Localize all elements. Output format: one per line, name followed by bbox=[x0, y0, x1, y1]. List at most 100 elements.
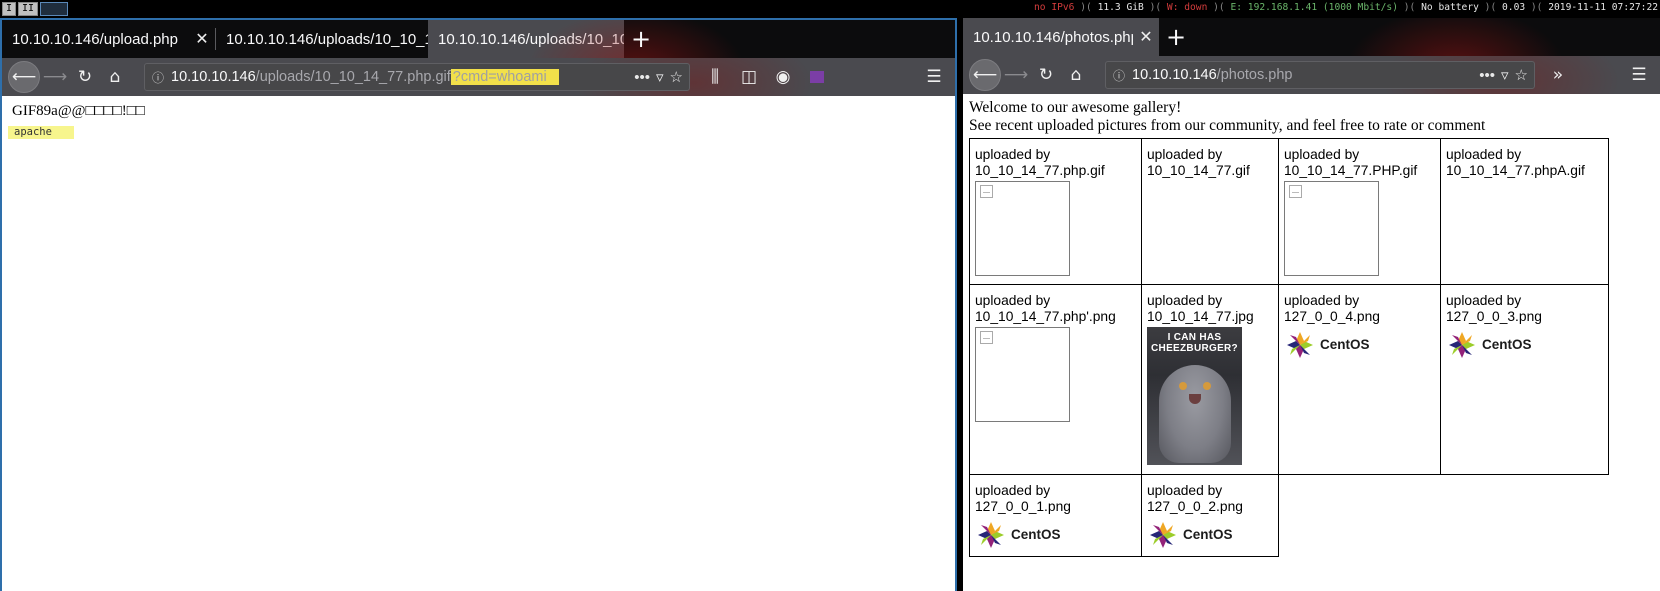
uploaded-by-label: uploaded by bbox=[975, 483, 1051, 498]
uploaded-by-label: uploaded by bbox=[975, 147, 1051, 162]
workspace-button-2[interactable]: II bbox=[18, 1, 39, 16]
url-host: 10.10.10.146 bbox=[1132, 67, 1217, 83]
overflow-chevron-icon[interactable]: » bbox=[1543, 60, 1573, 90]
gallery-cell: uploaded by 127_0_0_3.png CentOS bbox=[1440, 284, 1609, 475]
uploaded-by-label: uploaded by bbox=[1284, 147, 1360, 162]
tab-strip: 10.10.10.146/photos.php ✕ + bbox=[963, 18, 1660, 56]
firefox-window-left: 10.10.10.146/upload.php ✕ 10.10.10.146/u… bbox=[0, 18, 957, 591]
account-icon[interactable]: ◉ bbox=[768, 62, 798, 92]
uploaded-by-label: uploaded by bbox=[1147, 147, 1223, 162]
back-arrow-icon[interactable]: ⟵ bbox=[8, 61, 40, 93]
centos-logo: CentOS bbox=[1286, 331, 1435, 359]
new-tab-button[interactable]: + bbox=[624, 20, 658, 58]
command-output: apache bbox=[8, 126, 74, 139]
back-arrow-icon[interactable]: ⟵ bbox=[969, 59, 1001, 91]
tab-upload[interactable]: 10.10.10.146/upload.php ✕ bbox=[2, 20, 215, 58]
url-path: /uploads/10_10_14_77.php.gif bbox=[255, 69, 451, 85]
status-datetime: 2019-11-11 07:27:22 bbox=[1548, 2, 1658, 13]
centos-wordmark: CentOS bbox=[1482, 337, 1532, 352]
close-icon[interactable]: ✕ bbox=[189, 29, 215, 49]
url-path: /photos.php bbox=[1216, 67, 1293, 83]
cat-caption: I CAN HAS CHEEZBURGER? bbox=[1151, 332, 1238, 354]
file-name: 10_10_14_77.php.gif bbox=[975, 163, 1105, 178]
status-ipv6: no IPv6 bbox=[1034, 2, 1075, 13]
workspace-button-3[interactable] bbox=[40, 1, 69, 16]
centos-wordmark: CentOS bbox=[1320, 337, 1370, 352]
tab-title: 10.10.10.146/uploads/10_10_14_77.php.gif… bbox=[438, 30, 624, 48]
gallery-cell: uploaded by 10_10_14_77.php.gif bbox=[969, 138, 1142, 285]
tab-strip: 10.10.10.146/upload.php ✕ 10.10.10.146/u… bbox=[2, 20, 955, 58]
table-row: uploaded by 10_10_14_77.php.gif uploaded… bbox=[969, 138, 1609, 285]
close-icon[interactable]: ✕ bbox=[1133, 27, 1159, 47]
centos-logo-icon bbox=[1287, 332, 1313, 358]
status-ethernet: E: 192.168.1.41 (1000 Mbit/s) bbox=[1230, 2, 1398, 13]
gallery-cell: uploaded by 127_0_0_4.png CentOS bbox=[1278, 284, 1441, 475]
library-icon[interactable]: ⫼ bbox=[700, 62, 730, 92]
bookmark-star-icon[interactable]: ☆ bbox=[670, 68, 683, 86]
broken-image-icon bbox=[1289, 185, 1302, 198]
centos-logo-icon bbox=[978, 522, 1004, 548]
page-content: Welcome to our awesome gallery! See rece… bbox=[963, 94, 1660, 591]
home-icon[interactable]: ⌂ bbox=[100, 62, 130, 92]
hamburger-menu-icon[interactable]: ☰ bbox=[919, 62, 949, 92]
gallery-cell: uploaded by 10_10_14_77.phpA.gif bbox=[1440, 138, 1609, 285]
cat-meme-image: I CAN HAS CHEEZBURGER? bbox=[1147, 327, 1242, 465]
extension-icon[interactable] bbox=[802, 62, 832, 92]
home-icon[interactable]: ⌂ bbox=[1061, 60, 1091, 90]
reload-icon[interactable]: ↻ bbox=[1031, 60, 1061, 90]
bookmark-star-icon[interactable]: ☆ bbox=[1515, 66, 1528, 84]
file-name: 127_0_0_4.png bbox=[1284, 309, 1380, 324]
reload-icon[interactable]: ↻ bbox=[70, 62, 100, 92]
nav-toolbar: ⟵ ⟶ ↻ ⌂ ⓘ 10.10.10.146 /photos.php ••• ▿… bbox=[963, 56, 1660, 94]
gallery-cell: uploaded by 127_0_0_2.png CentOS bbox=[1141, 474, 1279, 557]
tab-title: 10.10.10.146/photos.php bbox=[973, 28, 1133, 46]
gallery-cell: uploaded by 10_10_14_77.PHP.gif bbox=[1278, 138, 1441, 285]
pocket-icon[interactable]: ▿ bbox=[656, 68, 664, 86]
welcome-heading: Welcome to our awesome gallery! bbox=[969, 99, 1182, 116]
workspace-button-1[interactable]: I bbox=[2, 1, 17, 16]
url-query-highlight: ?cmd=whoami bbox=[450, 69, 559, 85]
centos-logo-icon bbox=[1449, 332, 1475, 358]
centos-wordmark: CentOS bbox=[1183, 527, 1233, 542]
centos-logo: CentOS bbox=[1149, 521, 1273, 549]
new-tab-button[interactable]: + bbox=[1159, 18, 1193, 56]
file-name: 10_10_14_77.php'.png bbox=[975, 309, 1116, 324]
status-load: 0.03 bbox=[1502, 2, 1526, 13]
tab-photos[interactable]: 10.10.10.146/photos.php ✕ bbox=[963, 18, 1159, 56]
firefox-window-right: 10.10.10.146/photos.php ✕ + ⟵ ⟶ ↻ ⌂ ⓘ 10… bbox=[963, 18, 1660, 591]
uploaded-by-label: uploaded by bbox=[1147, 293, 1223, 308]
i3-status-bar: I II no IPv6 )( 11.3 GiB )( W: down )( E… bbox=[0, 0, 1660, 17]
uploaded-by-label: uploaded by bbox=[1147, 483, 1223, 498]
gallery-table: uploaded by 10_10_14_77.php.gif uploaded… bbox=[969, 138, 1609, 557]
welcome-subtitle: See recent uploaded pictures from our co… bbox=[969, 117, 1486, 134]
sidebar-icon[interactable]: ◫ bbox=[734, 62, 764, 92]
url-bar[interactable]: ⓘ 10.10.10.146 /photos.php ••• ▿ ☆ bbox=[1105, 61, 1535, 89]
broken-image-icon bbox=[980, 185, 993, 198]
forward-arrow-icon[interactable]: ⟶ bbox=[1001, 60, 1031, 90]
uploaded-by-label: uploaded by bbox=[1446, 147, 1522, 162]
hamburger-menu-icon[interactable]: ☰ bbox=[1624, 60, 1654, 90]
info-icon[interactable]: ⓘ bbox=[1106, 67, 1132, 84]
tab-uploads-cmd[interactable]: 10.10.10.146/uploads/10_10_14_77.php.gif… bbox=[428, 20, 624, 58]
gif-header-text: GIF89a@@□□□□!□□ bbox=[12, 103, 145, 119]
status-wireless: W: down bbox=[1166, 2, 1208, 13]
forward-arrow-icon[interactable]: ⟶ bbox=[40, 62, 70, 92]
broken-image-icon bbox=[980, 331, 993, 344]
info-icon[interactable]: ⓘ bbox=[145, 69, 171, 86]
tab-uploads-gif[interactable]: 10.10.10.146/uploads/10_10_14_77.php.gif bbox=[216, 20, 428, 58]
table-row: uploaded by 127_0_0_1.png CentOS uploade… bbox=[969, 474, 1609, 557]
gallery-cell: uploaded by 10_10_14_77.jpg I CAN HAS CH… bbox=[1141, 284, 1279, 475]
url-host: 10.10.10.146 bbox=[171, 69, 256, 85]
file-name: 127_0_0_3.png bbox=[1446, 309, 1542, 324]
page-content: GIF89a@@□□□□!□□ apache bbox=[2, 96, 955, 591]
page-actions-icon[interactable]: ••• bbox=[1479, 67, 1495, 84]
url-bar[interactable]: ⓘ 10.10.10.146 /uploads/10_10_14_77.php.… bbox=[144, 63, 690, 91]
pocket-icon[interactable]: ▿ bbox=[1501, 66, 1509, 84]
gallery-cell: uploaded by 10_10_14_77.gif bbox=[1141, 138, 1279, 285]
table-row: uploaded by 10_10_14_77.php'.png uploade… bbox=[969, 284, 1609, 475]
page-actions-icon[interactable]: ••• bbox=[634, 69, 650, 86]
file-name: 10_10_14_77.jpg bbox=[1147, 309, 1254, 324]
centos-logo: CentOS bbox=[977, 521, 1136, 549]
centos-logo: CentOS bbox=[1448, 331, 1603, 359]
file-name: 10_10_14_77.PHP.gif bbox=[1284, 163, 1418, 178]
